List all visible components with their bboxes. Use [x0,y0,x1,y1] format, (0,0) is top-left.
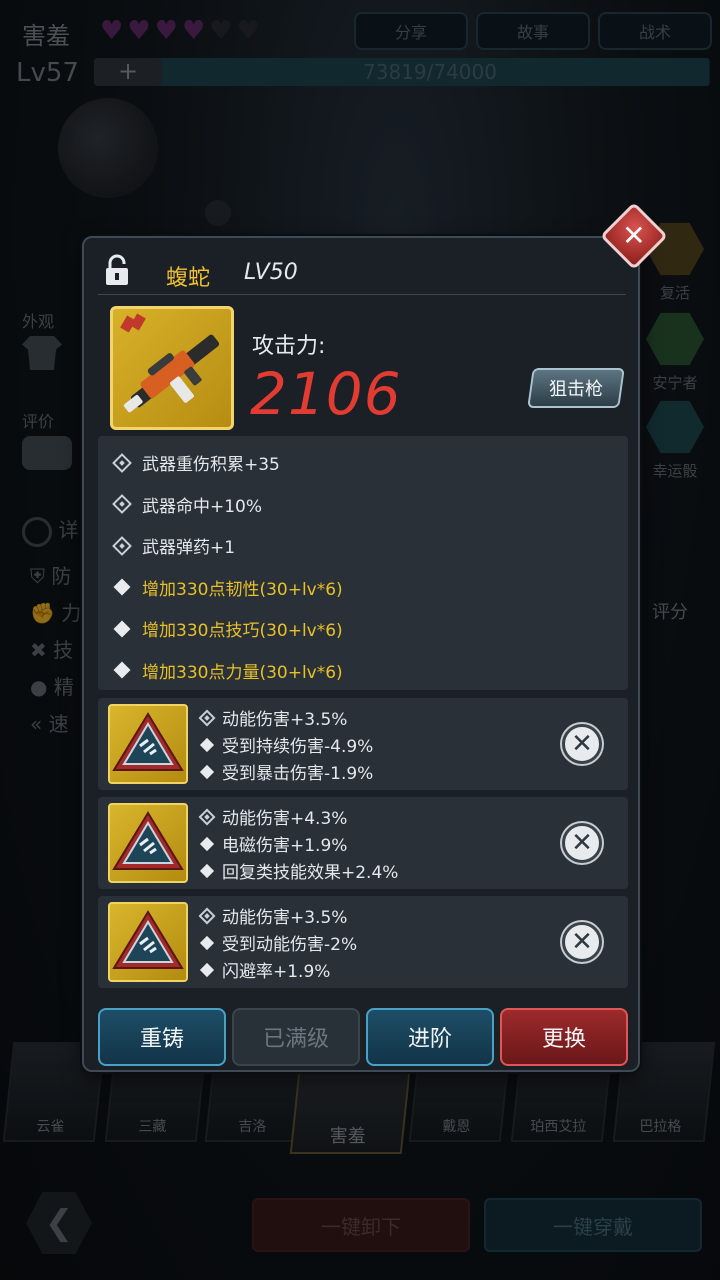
chip-module-icon [108,704,188,784]
advance-button[interactable]: 进阶 [366,1008,494,1066]
chip-module-icon [108,902,188,982]
attribute-row: 武器弹药+1 [110,525,616,567]
chip-module-icon [108,803,188,883]
chip-attribute-lines: 动能伤害+3.5% 受到持续伤害-4.9% 受到暴击伤害-1.9% [198,704,373,785]
outline-diamond-icon [112,452,132,473]
header-divider [98,294,626,295]
outline-diamond-icon [112,494,132,515]
chip-attribute-lines: 动能伤害+4.3% 电磁伤害+1.9% 回复类技能效果+2.4% [198,803,398,884]
attribute-text: 武器重伤积累+35 [142,455,280,476]
outline-diamond-icon [198,907,216,924]
chip-slot: 动能伤害+3.5% 受到动能伤害-2% 闪避率+1.9% ✕ [98,896,628,988]
close-icon: ✕ [571,729,593,759]
weapon-name: 蝮蛇 [166,266,211,291]
sniper-rifle-icon [110,306,234,430]
chip-attribute-text: 受到动能伤害-2% [222,935,358,955]
attribute-row: 武器命中+10% [110,484,616,526]
outline-diamond-icon [198,709,216,726]
outline-diamond-icon [112,535,132,556]
remove-chip-button[interactable]: ✕ [562,724,602,764]
attribute-row-bonus: 增加330点力量(30+lv*6) [110,650,616,692]
diamond-icon [113,661,131,679]
chip-attribute-text: 动能伤害+3.5% [222,710,348,730]
weapon-detail-popup: 蝮蛇 LV50 攻击力: 2106 狙击枪 武器重伤积累+35 武器命中+10%… [82,236,640,1072]
diamond-icon [199,863,215,878]
attribute-row-bonus: 增加330点技巧(30+lv*6) [110,608,616,650]
diamond-icon [113,578,131,596]
unlock-icon[interactable] [104,254,130,286]
attribute-row-bonus: 增加330点韧性(30+lv*6) [110,567,616,609]
diamond-icon [113,620,131,638]
attribute-text: 武器命中+10% [142,496,263,517]
close-icon: ✕ [622,219,646,252]
remove-chip-button[interactable]: ✕ [562,823,602,863]
attribute-text: 增加330点韧性(30+lv*6) [142,579,343,600]
attribute-text: 增加330点力量(30+lv*6) [142,662,343,683]
chip-attribute-text: 动能伤害+4.3% [222,809,348,829]
reforge-button[interactable]: 重铸 [98,1008,226,1066]
attack-value: 2106 [250,360,402,428]
replace-button[interactable]: 更换 [500,1008,628,1066]
chip-attribute-text: 回复类技能效果+2.4% [222,863,399,883]
diamond-icon [199,764,215,779]
weapon-type-label: 狙击枪 [549,379,603,400]
diamond-icon [199,737,215,752]
attack-label: 攻击力: [252,334,326,359]
base-attribute-list: 武器重伤积累+35 武器命中+10% 武器弹药+1 增加330点韧性(30+lv… [98,436,628,690]
chip-attribute-text: 受到暴击伤害-1.9% [222,764,374,784]
remove-chip-button[interactable]: ✕ [562,922,602,962]
outline-diamond-icon [198,808,216,825]
chip-attribute-text: 受到持续伤害-4.9% [222,737,374,757]
close-icon: ✕ [571,927,593,957]
chip-attribute-text: 闪避率+1.9% [222,962,331,982]
attribute-row: 武器重伤积累+35 [110,442,616,484]
close-icon: ✕ [571,828,593,858]
chip-slot: 动能伤害+3.5% 受到持续伤害-4.9% 受到暴击伤害-1.9% ✕ [98,698,628,790]
chip-slot: 动能伤害+4.3% 电磁伤害+1.9% 回复类技能效果+2.4% ✕ [98,797,628,889]
diamond-icon [199,836,215,851]
attribute-text: 增加330点技巧(30+lv*6) [142,621,343,642]
chip-attribute-lines: 动能伤害+3.5% 受到动能伤害-2% 闪避率+1.9% [198,902,357,983]
diamond-icon [199,935,215,950]
max-level-button: 已满级 [232,1008,360,1066]
weapon-level: LV50 [244,260,298,285]
chip-attribute-text: 电磁伤害+1.9% [222,836,348,856]
attribute-text: 武器弹药+1 [142,538,236,559]
diamond-icon [199,962,215,977]
chip-attribute-text: 动能伤害+3.5% [222,908,348,928]
weapon-type-badge: 狙击枪 [527,368,625,408]
